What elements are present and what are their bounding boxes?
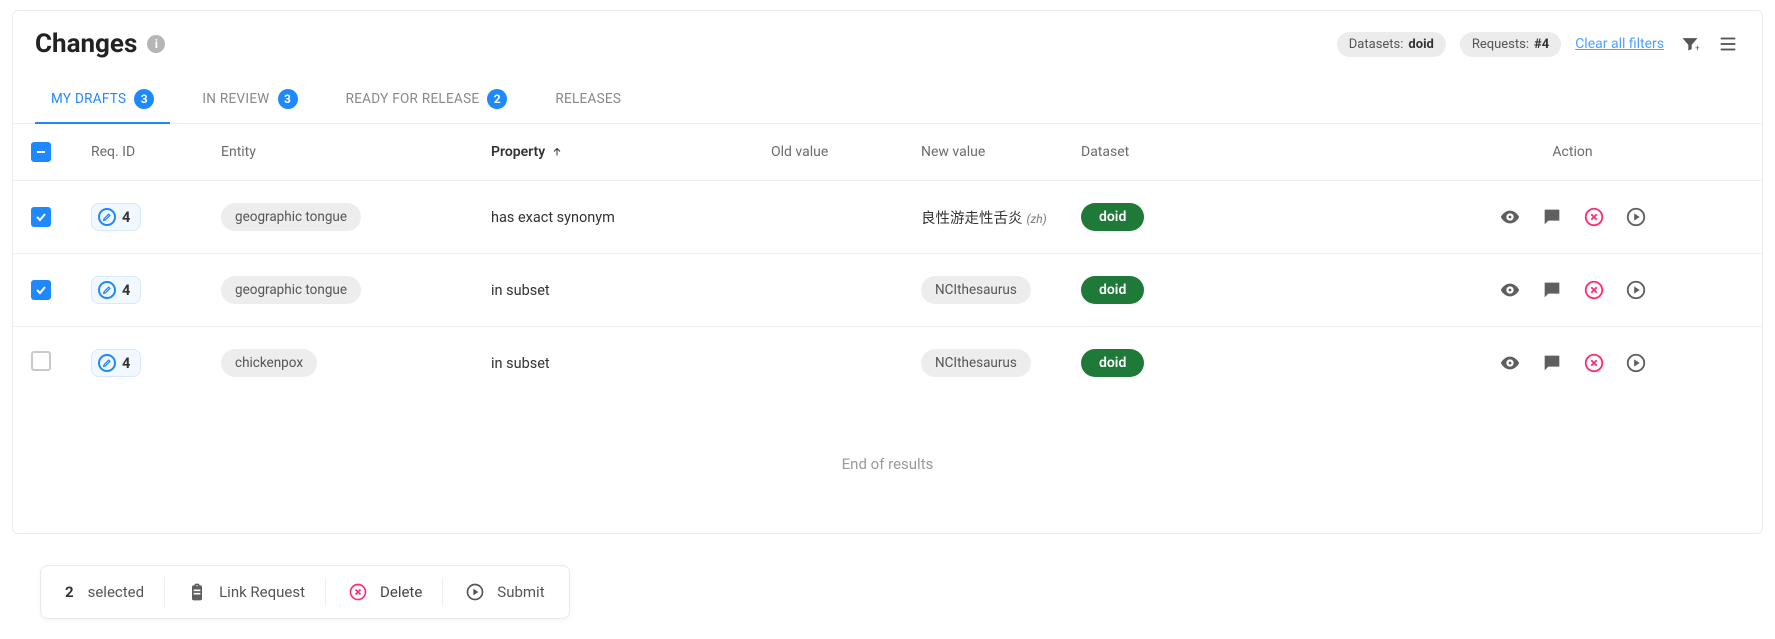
tab-ready-for-release[interactable]: READY FOR RELEASE 2 <box>342 79 512 123</box>
view-icon[interactable] <box>1498 278 1522 302</box>
property-cell: in subset <box>491 355 771 372</box>
dataset-pill[interactable]: doid <box>1081 349 1144 377</box>
delete-button[interactable]: Delete <box>326 576 442 608</box>
row-checkbox[interactable] <box>31 351 51 371</box>
request-id-value: 4 <box>122 355 130 372</box>
select-all-checkbox[interactable] <box>31 142 51 162</box>
table-row: 4 geographic tongue in subset NCIthesaurus d… <box>13 254 1762 327</box>
new-value-cell: NCIthesaurus <box>921 276 1081 304</box>
play-circle-icon[interactable] <box>1624 278 1648 302</box>
entity-tag[interactable]: geographic tongue <box>221 276 361 304</box>
filter-icon[interactable]: + <box>1678 32 1702 56</box>
filter-chip-label: Requests: <box>1472 37 1529 52</box>
table-row: 4 geographic tongue has exact synonym 良性游走性… <box>13 181 1762 254</box>
property-cell: in subset <box>491 282 771 299</box>
changes-card: Changes i Datasets: doid Requests: #4 Cl… <box>12 10 1763 534</box>
row-checkbox[interactable] <box>31 280 51 300</box>
table-header: Req. ID Entity Property Old value New va… <box>13 124 1762 181</box>
property-cell: has exact synonym <box>491 209 771 226</box>
view-icon[interactable] <box>1498 351 1522 375</box>
tab-in-review[interactable]: IN REVIEW 3 <box>198 79 301 123</box>
sort-asc-icon <box>551 146 563 158</box>
pencil-icon <box>98 281 116 299</box>
delete-icon <box>346 580 370 604</box>
col-property[interactable]: Property <box>491 144 771 160</box>
clear-filters-link[interactable]: Clear all filters <box>1575 36 1664 52</box>
delete-label: Delete <box>380 583 422 601</box>
filter-chip-value: #4 <box>1534 37 1549 52</box>
table-body: 4 geographic tongue has exact synonym 良性游走性… <box>13 181 1762 399</box>
pencil-icon <box>98 354 116 372</box>
reject-icon[interactable] <box>1582 351 1606 375</box>
hamburger-menu-icon[interactable] <box>1716 32 1740 56</box>
svg-text:+: + <box>1695 44 1700 54</box>
col-req-id[interactable]: Req. ID <box>91 144 221 160</box>
tab-label: RELEASES <box>555 91 621 107</box>
tab-badge: 3 <box>278 89 298 109</box>
tab-releases[interactable]: RELEASES <box>551 79 625 123</box>
filter-chip-value: doid <box>1408 37 1433 52</box>
clipboard-icon <box>185 580 209 604</box>
filter-chip-requests[interactable]: Requests: #4 <box>1460 32 1561 57</box>
header-controls: Datasets: doid Requests: #4 Clear all fi… <box>1337 32 1740 57</box>
entity-tag[interactable]: chickenpox <box>221 349 317 377</box>
new-value-tag[interactable]: NCIthesaurus <box>921 276 1031 304</box>
selection-count: 2 selected <box>45 579 164 605</box>
play-circle-icon[interactable] <box>1624 351 1648 375</box>
tabs: MY DRAFTS 3 IN REVIEW 3 READY FOR RELEAS… <box>13 65 1762 124</box>
col-old-value[interactable]: Old value <box>771 144 921 160</box>
comment-icon[interactable] <box>1540 278 1564 302</box>
request-id-value: 4 <box>122 282 130 299</box>
request-id-pill[interactable]: 4 <box>91 276 141 304</box>
link-request-button[interactable]: Link Request <box>165 576 325 608</box>
request-id-value: 4 <box>122 209 130 226</box>
new-value-tag[interactable]: NCIthesaurus <box>921 349 1031 377</box>
row-actions <box>1401 205 1744 229</box>
selection-count-label: selected <box>88 583 144 601</box>
reject-icon[interactable] <box>1582 278 1606 302</box>
dataset-pill[interactable]: doid <box>1081 203 1144 231</box>
new-value-lang: (zh) <box>1027 212 1047 226</box>
new-value-cell: NCIthesaurus <box>921 349 1081 377</box>
tab-badge: 3 <box>134 89 154 109</box>
table-row: 4 chickenpox in subset NCIthesaurus doid <box>13 327 1762 399</box>
col-property-label: Property <box>491 144 545 160</box>
reject-icon[interactable] <box>1582 205 1606 229</box>
col-dataset[interactable]: Dataset <box>1081 144 1401 160</box>
new-value-text: 良性游走性舌炎 <box>921 210 1023 227</box>
comment-icon[interactable] <box>1540 205 1564 229</box>
info-icon[interactable]: i <box>147 35 165 53</box>
row-actions <box>1401 351 1744 375</box>
card-header: Changes i Datasets: doid Requests: #4 Cl… <box>13 11 1762 59</box>
tab-badge: 2 <box>487 89 507 109</box>
row-actions <box>1401 278 1744 302</box>
row-checkbox[interactable] <box>31 207 51 227</box>
play-circle-icon <box>463 580 487 604</box>
new-value-cell: 良性游走性舌炎 (zh) <box>921 207 1081 228</box>
dataset-pill[interactable]: doid <box>1081 276 1144 304</box>
view-icon[interactable] <box>1498 205 1522 229</box>
bulk-action-bar: 2 selected Link Request Delete Submit <box>40 565 570 619</box>
tab-label: MY DRAFTS <box>51 91 126 107</box>
play-circle-icon[interactable] <box>1624 205 1648 229</box>
pencil-icon <box>98 208 116 226</box>
col-action: Action <box>1401 144 1744 160</box>
request-id-pill[interactable]: 4 <box>91 349 141 377</box>
page-title: Changes <box>35 29 137 59</box>
selection-count-number: 2 <box>65 583 74 601</box>
end-of-results: End of results <box>13 399 1762 533</box>
col-new-value[interactable]: New value <box>921 144 1081 160</box>
submit-label: Submit <box>497 583 544 601</box>
tab-label: READY FOR RELEASE <box>346 91 480 107</box>
tab-label: IN REVIEW <box>202 91 269 107</box>
filter-chip-datasets[interactable]: Datasets: doid <box>1337 32 1446 57</box>
link-request-label: Link Request <box>219 583 305 601</box>
tab-my-drafts[interactable]: MY DRAFTS 3 <box>47 79 158 123</box>
comment-icon[interactable] <box>1540 351 1564 375</box>
col-entity[interactable]: Entity <box>221 144 491 160</box>
filter-chip-label: Datasets: <box>1349 37 1404 52</box>
entity-tag[interactable]: geographic tongue <box>221 203 361 231</box>
submit-button[interactable]: Submit <box>443 576 564 608</box>
request-id-pill[interactable]: 4 <box>91 203 141 231</box>
